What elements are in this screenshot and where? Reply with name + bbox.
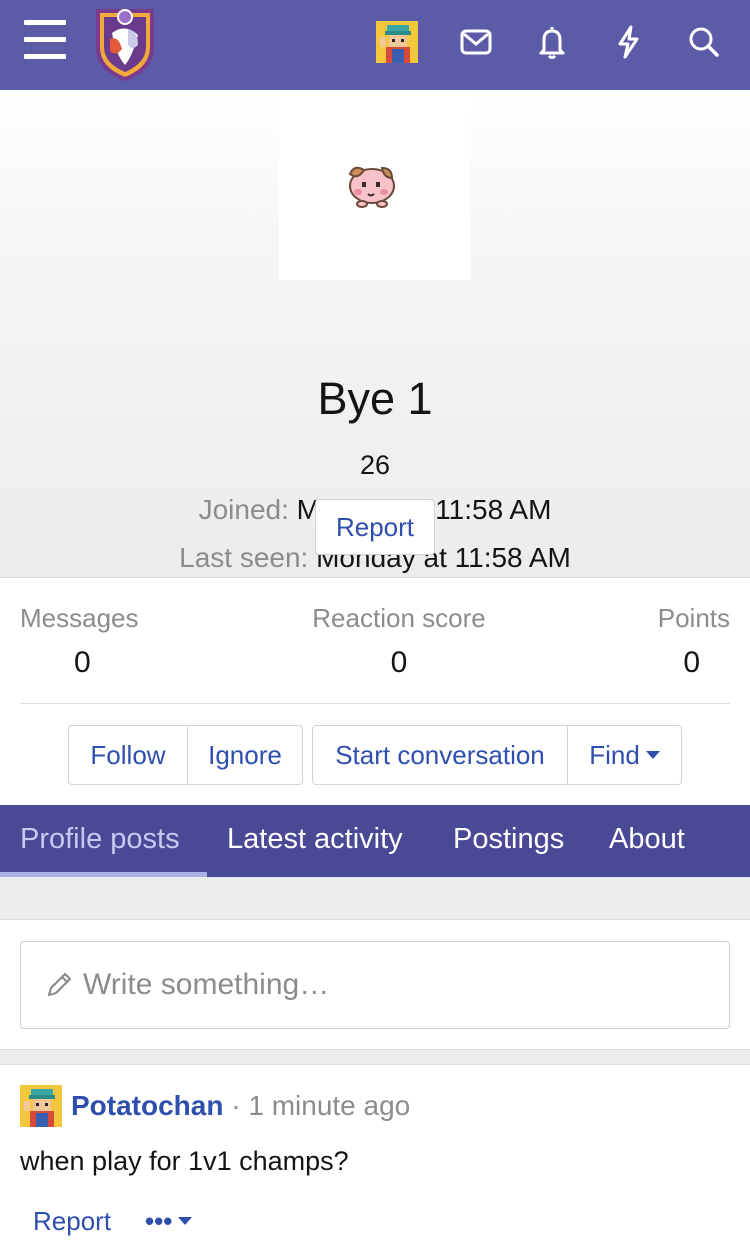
site-logo[interactable] xyxy=(92,5,158,81)
profile-avatar xyxy=(348,166,395,208)
stat-points: Points 0 xyxy=(630,603,730,680)
tab-about[interactable]: About xyxy=(609,805,685,877)
write-placeholder: Write something… xyxy=(83,968,330,1001)
write-something-input[interactable]: Write something… xyxy=(20,941,730,1029)
profile-tabs: Profile posts Latest activity Postings A… xyxy=(0,805,750,877)
find-dropdown-button[interactable]: Find xyxy=(567,726,681,784)
stat-reaction-score: Reaction score 0 xyxy=(299,603,499,680)
stat-messages: Messages 0 xyxy=(20,603,180,680)
conversation-find-group: Start conversation Find xyxy=(312,725,682,785)
tab-postings[interactable]: Postings xyxy=(453,805,564,877)
ignore-button[interactable]: Ignore xyxy=(187,726,302,784)
tab-latest-activity[interactable]: Latest activity xyxy=(227,805,403,877)
section-spacer-2 xyxy=(0,1049,750,1065)
joined-label: Joined: xyxy=(198,494,289,525)
post-more-menu[interactable]: ••• xyxy=(145,1206,193,1237)
post-author-avatar[interactable] xyxy=(20,1085,62,1127)
bell-icon[interactable] xyxy=(532,22,572,62)
find-label: Find xyxy=(589,740,640,770)
stat-points-value: 0 xyxy=(683,646,700,679)
follow-ignore-group: Follow Ignore xyxy=(68,725,303,785)
more-dots-icon: ••• xyxy=(145,1206,173,1236)
post-meta: Potatochan · 1 minute ago xyxy=(71,1090,410,1122)
post-author-link[interactable]: Potatochan xyxy=(71,1090,223,1121)
chevron-down-icon xyxy=(178,1217,193,1226)
stat-reaction-value: 0 xyxy=(390,646,408,679)
pencil-icon xyxy=(47,972,72,997)
chevron-down-icon xyxy=(645,751,660,760)
last-seen-label: Last seen: xyxy=(179,542,309,573)
stat-messages-value: 0 xyxy=(74,646,91,679)
follow-button[interactable]: Follow xyxy=(69,726,187,784)
stat-points-label: Points xyxy=(657,603,730,633)
top-navigation-bar xyxy=(0,0,750,90)
post-report-link[interactable]: Report xyxy=(33,1206,111,1237)
stat-messages-label: Messages xyxy=(20,603,139,633)
stat-reaction-label: Reaction score xyxy=(312,603,486,633)
post-timestamp[interactable]: 1 minute ago xyxy=(248,1090,410,1121)
search-icon[interactable] xyxy=(684,22,724,62)
user-avatar[interactable] xyxy=(376,21,418,63)
lightning-icon[interactable] xyxy=(608,22,648,62)
start-conversation-button[interactable]: Start conversation xyxy=(313,726,567,784)
tab-profile-posts[interactable]: Profile posts xyxy=(20,805,180,877)
profile-username: Bye 1 xyxy=(317,373,433,424)
user-title: 26 xyxy=(359,450,391,480)
section-spacer xyxy=(0,877,750,920)
inbox-icon[interactable] xyxy=(456,22,496,62)
profile-report-button[interactable]: Report xyxy=(315,499,435,555)
menu-icon[interactable] xyxy=(24,20,66,60)
post-separator: · xyxy=(231,1090,241,1121)
stats-divider xyxy=(20,703,730,704)
post-body: when play for 1v1 champs? xyxy=(20,1146,349,1176)
